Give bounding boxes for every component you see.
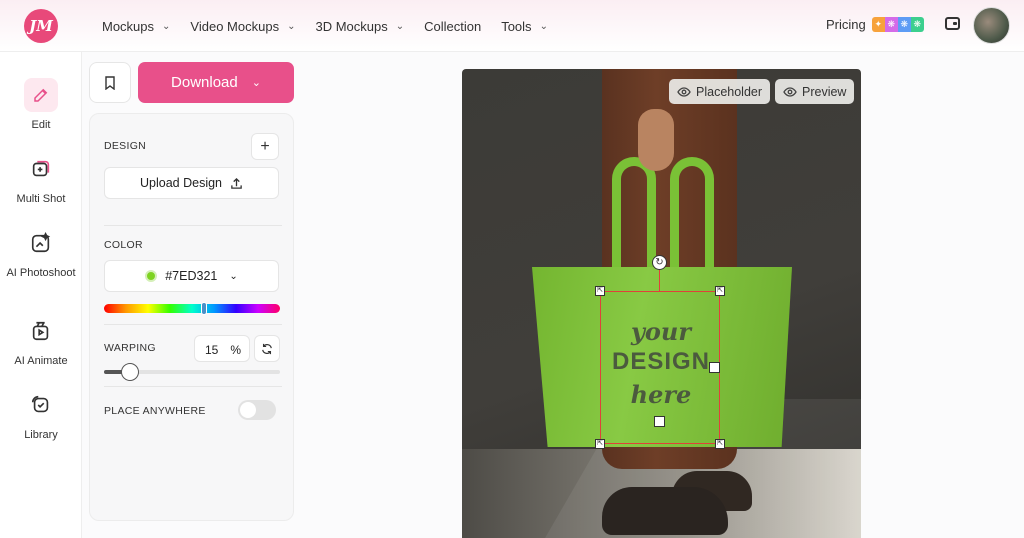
nav-label: 3D Mockups xyxy=(315,18,388,34)
color-picker-select[interactable]: #7ED321 ⌄ xyxy=(104,260,279,292)
placeholder-button[interactable]: Placeholder xyxy=(669,79,771,104)
chevron-down-icon: ⌄ xyxy=(229,270,238,282)
ai-animate-icon xyxy=(24,314,58,348)
chevron-down-icon: ⌄ xyxy=(162,20,171,32)
top-nav-bar: JM Mockups ⌄ Video Mockups ⌄ 3D Mockups ⌄ C… xyxy=(0,0,1024,52)
sidebar-item-edit[interactable]: Edit xyxy=(0,78,82,132)
color-section-label: COLOR xyxy=(104,239,143,251)
main-nav: Mockups ⌄ Video Mockups ⌄ 3D Mockups ⌄ Coll… xyxy=(102,0,568,52)
bookmark-button[interactable] xyxy=(89,62,131,103)
hue-slider-thumb[interactable] xyxy=(201,302,208,315)
nav-label: Collection xyxy=(424,18,482,34)
download-label: Download xyxy=(171,74,238,91)
rotate-handle-icon[interactable]: ↻ xyxy=(652,255,667,270)
resize-handle-bottom-left[interactable]: ⇱ xyxy=(595,439,605,449)
pro-badge-icon: ✦ ❋ ❋ ❋ xyxy=(871,17,924,32)
resize-handle-bottom[interactable] xyxy=(654,416,665,427)
bookmark-icon xyxy=(105,75,115,90)
resize-handle-top-right[interactable]: ⇱ xyxy=(715,286,725,296)
chevron-down-icon: ⌄ xyxy=(287,20,296,32)
design-text-design: DESIGN xyxy=(611,348,710,375)
place-anywhere-label: PLACE ANYWHERE xyxy=(104,405,206,417)
upload-label: Upload Design xyxy=(140,176,222,190)
warping-unit: % xyxy=(230,343,241,357)
color-swatch xyxy=(145,270,158,282)
sidebar-item-ai-photoshoot[interactable]: AI Photoshoot xyxy=(0,226,82,280)
chevron-down-icon: ⌄ xyxy=(539,20,548,32)
upload-icon xyxy=(231,177,242,189)
warping-value: 15 xyxy=(205,343,219,357)
wallet-icon[interactable] xyxy=(945,17,960,30)
placeholder-label: Placeholder xyxy=(696,84,763,99)
chevron-down-icon: ⌄ xyxy=(251,77,261,89)
divider xyxy=(104,225,282,226)
model-shoe xyxy=(602,487,728,535)
library-icon xyxy=(24,388,58,422)
resize-handle-bottom-right[interactable]: ⇱ xyxy=(715,439,725,449)
bag-handle xyxy=(670,157,714,285)
pricing-label: Pricing xyxy=(826,17,866,32)
warping-slider[interactable] xyxy=(104,363,280,381)
sidebar-label: AI Animate xyxy=(14,355,68,367)
sidebar-label: Edit xyxy=(31,119,51,131)
nav-label: Tools xyxy=(501,18,532,34)
sidebar-label: AI Photoshoot xyxy=(6,267,76,279)
sidebar-item-ai-animate[interactable]: AI Animate xyxy=(0,314,82,368)
reset-warping-button[interactable] xyxy=(254,335,280,362)
logo[interactable]: JM xyxy=(24,9,58,43)
add-design-button[interactable]: + xyxy=(251,133,279,160)
eye-icon xyxy=(677,86,691,97)
refresh-icon xyxy=(262,343,272,354)
design-text-your: your xyxy=(630,317,692,346)
place-anywhere-toggle[interactable] xyxy=(238,400,276,420)
pencil-icon xyxy=(24,78,58,112)
nav-tools[interactable]: Tools ⌄ xyxy=(501,19,548,34)
rotate-line xyxy=(659,270,660,291)
plus-icon: + xyxy=(260,137,270,155)
nav-collection[interactable]: Collection xyxy=(424,19,481,34)
avatar[interactable] xyxy=(973,7,1010,44)
design-settings-panel: DESIGN + Upload Design COLOR #7ED321 ⌄ W… xyxy=(89,113,294,521)
chevron-down-icon: ⌄ xyxy=(395,20,405,32)
hue-slider[interactable] xyxy=(104,302,280,315)
color-value: #7ED321 xyxy=(165,269,218,283)
sidebar-item-library[interactable]: Library xyxy=(0,388,82,442)
ai-photoshoot-icon xyxy=(24,226,58,260)
preview-button[interactable]: Preview xyxy=(775,79,855,104)
nav-label: Video Mockups xyxy=(190,18,280,34)
download-button[interactable]: Download ⌄ xyxy=(138,62,294,103)
sidebar-label: Library xyxy=(24,429,58,441)
design-text-here: here xyxy=(630,380,692,409)
warping-input[interactable]: 15 % xyxy=(194,335,250,362)
warping-slider-thumb[interactable] xyxy=(121,363,140,381)
left-sidebar: Edit Multi Shot AI Photoshoot AI Animate… xyxy=(0,52,82,538)
upload-design-button[interactable]: Upload Design xyxy=(104,167,279,199)
sidebar-item-multi-shot[interactable]: Multi Shot xyxy=(0,152,82,206)
design-section-label: DESIGN xyxy=(104,140,147,152)
eye-icon xyxy=(783,86,797,97)
bag-handle xyxy=(612,157,656,285)
resize-handle-right[interactable] xyxy=(709,362,720,373)
preview-label: Preview xyxy=(802,84,847,99)
nav-mockups[interactable]: Mockups ⌄ xyxy=(102,19,170,34)
pricing-link[interactable]: Pricing ✦ ❋ ❋ ❋ xyxy=(826,17,924,32)
divider xyxy=(104,324,282,325)
multi-shot-icon xyxy=(24,152,58,186)
nav-label: Mockups xyxy=(102,18,155,34)
warping-section-label: WARPING xyxy=(104,342,156,354)
nav-3d-mockups[interactable]: 3D Mockups ⌄ xyxy=(315,19,404,34)
mockup-canvas[interactable]: ↻ your DESIGN here ⇱ ⇱ ⇱ ⇱ Placeholder P… xyxy=(462,69,861,538)
resize-handle-top-left[interactable]: ⇱ xyxy=(595,286,605,296)
sidebar-label: Multi Shot xyxy=(16,193,66,205)
divider xyxy=(104,386,282,387)
model-hand xyxy=(638,109,674,171)
nav-video-mockups[interactable]: Video Mockups ⌄ xyxy=(190,19,295,34)
